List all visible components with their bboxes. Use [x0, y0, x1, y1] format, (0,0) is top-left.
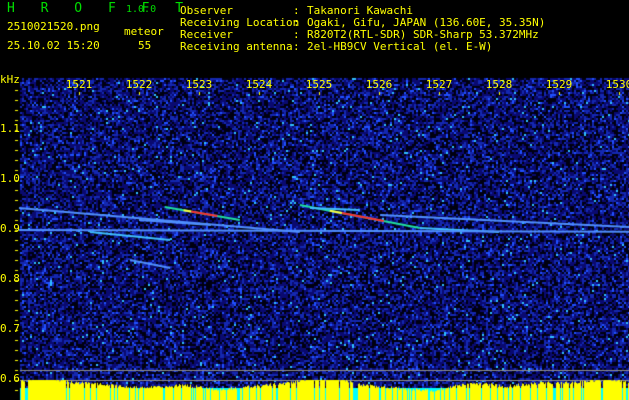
info-separator: :: [293, 40, 300, 53]
y-tick-label: 0.8: [0, 272, 20, 285]
filename: 2510021520.png: [7, 20, 100, 33]
x-tick-label: 1529: [545, 78, 573, 91]
x-tick-label: 1530: [605, 78, 629, 91]
x-tick-label: 1528: [485, 78, 513, 91]
x-tick-label: 1526: [365, 78, 393, 91]
x-tick-label: 1521: [65, 78, 93, 91]
y-tick-label: 0.6: [0, 372, 20, 385]
meteor-label: meteor: [124, 25, 164, 38]
spectrogram-canvas: [0, 0, 629, 400]
meteor-count: 55: [138, 39, 152, 52]
x-tick-label: 1523: [185, 78, 213, 91]
x-tick-label: 1524: [245, 78, 273, 91]
datetime: 25.10.02 15:20: [7, 39, 100, 52]
info-label-antenna: Receiving antenna: [180, 40, 293, 53]
y-tick-label: 1.0: [0, 172, 20, 185]
y-axis-unit: kHz: [0, 73, 20, 86]
x-tick-label: 1527: [425, 78, 453, 91]
y-tick-label: 1.1: [0, 122, 20, 135]
app-version: 1.0.0: [126, 4, 157, 15]
y-tick-label: 0.7: [0, 322, 20, 335]
y-tick-label: 0.9: [0, 222, 20, 235]
x-tick-label: 1522: [125, 78, 153, 91]
info-value-antenna: 2el-HB9CV Vertical (el. E-W): [307, 40, 493, 53]
app-logo: H R O F F T: [7, 1, 193, 16]
x-tick-label: 1525: [305, 78, 333, 91]
